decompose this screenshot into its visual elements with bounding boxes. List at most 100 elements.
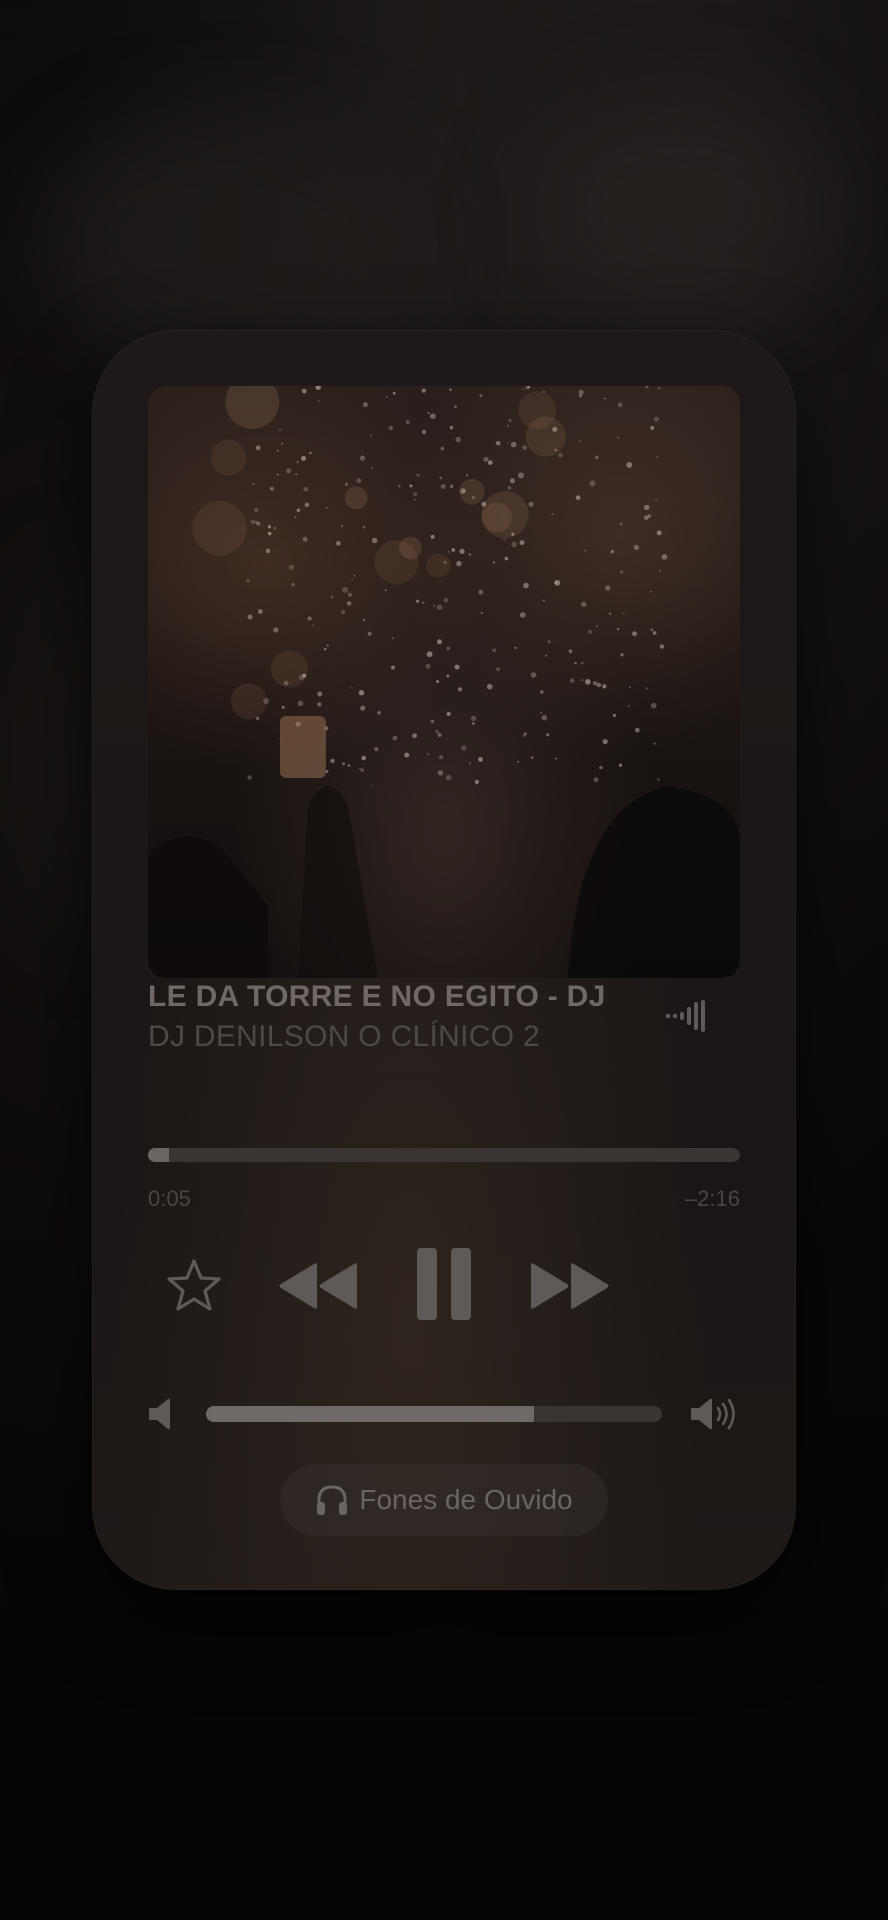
confetti-speck xyxy=(392,391,396,395)
confetti-speck xyxy=(451,548,456,552)
confetti-speck xyxy=(439,476,443,480)
volume-slider[interactable] xyxy=(206,1406,662,1422)
confetti-speck xyxy=(362,525,366,529)
confetti-speck xyxy=(528,501,534,507)
favorite-button[interactable] xyxy=(164,1256,224,1316)
album-artwork[interactable] xyxy=(148,386,740,978)
confetti-speck xyxy=(437,732,442,737)
confetti-speck xyxy=(421,388,426,393)
confetti-speck xyxy=(495,441,501,446)
confetti-speck xyxy=(448,551,450,553)
confetti-speck xyxy=(455,436,462,443)
confetti-speck xyxy=(510,441,517,448)
confetti-speck xyxy=(581,679,584,682)
confetti-speck xyxy=(437,639,442,645)
confetti-speck xyxy=(558,452,563,458)
confetti-speck xyxy=(369,434,373,437)
confetti-speck xyxy=(436,680,440,683)
confetti-speck xyxy=(468,553,471,556)
confetti-speck xyxy=(542,599,545,602)
track-title: LE DA TORRE E NO EGITO - DJ xyxy=(148,980,606,1013)
confetti-speck xyxy=(618,763,623,767)
confetti-speck xyxy=(522,734,526,737)
fast-forward-icon xyxy=(531,1263,609,1309)
audio-output-device-label: Fones de Ouvido xyxy=(359,1484,573,1515)
confetti-speck xyxy=(405,420,410,425)
confetti-speck xyxy=(294,516,297,519)
confetti-speck xyxy=(525,386,530,390)
confetti-speck xyxy=(645,386,649,389)
audio-output-device-button[interactable]: Fones de Ouvido xyxy=(280,1464,608,1536)
confetti-speck xyxy=(478,589,484,595)
confetti-speck xyxy=(252,483,255,486)
confetti-speck xyxy=(593,777,599,783)
confetti-speck xyxy=(246,579,250,583)
confetti-speck xyxy=(460,488,466,494)
confetti-speck xyxy=(456,560,462,567)
confetti-speck xyxy=(517,760,520,763)
confetti-speck xyxy=(449,425,454,430)
confetti-speck xyxy=(552,426,558,432)
confetti-speck xyxy=(363,619,366,622)
confetti-speck xyxy=(276,473,279,476)
confetti-speck xyxy=(358,690,365,696)
confetti-speck xyxy=(595,455,599,459)
confetti-speck xyxy=(519,540,525,546)
confetti-speck xyxy=(632,631,637,637)
confetti-speck xyxy=(356,478,362,484)
confetti-speck xyxy=(359,767,361,770)
confetti-speck xyxy=(575,495,581,500)
confetti-speck xyxy=(421,429,427,435)
volume-min-indicator xyxy=(148,1396,174,1437)
confetti-speck xyxy=(342,586,349,593)
bokeh-light xyxy=(270,650,308,688)
confetti-speck xyxy=(437,770,444,776)
bokeh-light xyxy=(525,416,566,457)
confetti-speck xyxy=(653,416,659,422)
confetti-speck xyxy=(574,662,577,665)
artwork-image xyxy=(148,386,740,978)
confetti-speck xyxy=(309,451,312,455)
confetti-speck xyxy=(446,674,450,678)
confetti-speck xyxy=(661,554,668,560)
confetti-speck xyxy=(617,436,619,439)
confetti-speck xyxy=(267,531,272,536)
audio-output-button[interactable] xyxy=(664,996,716,1036)
confetti-speck xyxy=(359,455,366,461)
confetti-speck xyxy=(317,400,320,402)
confetti-speck xyxy=(446,711,451,716)
confetti-speck xyxy=(522,445,527,450)
confetti-speck xyxy=(297,700,304,707)
crowd-silhouette xyxy=(148,836,268,978)
confetti-speck xyxy=(301,455,306,461)
confetti-speck xyxy=(255,520,258,524)
previous-track-button[interactable] xyxy=(276,1256,360,1316)
now-playing-card: LE DA TORRE E NO EGITO - DJ DJ DENILSON … xyxy=(92,330,796,1590)
playback-progress-slider[interactable] xyxy=(148,1148,740,1162)
confetti-speck xyxy=(443,560,447,564)
confetti-speck xyxy=(438,755,444,760)
raised-phone xyxy=(280,716,326,778)
volume-max-indicator xyxy=(690,1396,740,1437)
confetti-speck xyxy=(286,468,292,474)
confetti-speck xyxy=(610,550,614,554)
confetti-speck xyxy=(398,484,401,488)
confetti-speck xyxy=(323,647,327,651)
confetti-speck xyxy=(459,548,465,554)
bokeh-light xyxy=(374,540,419,585)
confetti-speck xyxy=(659,570,661,572)
confetti-speck xyxy=(644,515,649,521)
confetti-speck xyxy=(454,664,460,670)
crowd-silhouette xyxy=(568,786,740,978)
confetti-speck xyxy=(593,681,597,686)
confetti-speck xyxy=(361,755,366,761)
confetti-speck xyxy=(367,631,372,636)
confetti-speck xyxy=(655,499,658,502)
confetti-speck xyxy=(281,705,285,709)
confetti-speck xyxy=(247,614,253,620)
pause-button[interactable] xyxy=(410,1244,478,1324)
confetti-speck xyxy=(440,446,445,451)
next-track-button[interactable] xyxy=(528,1256,612,1316)
confetti-speck xyxy=(460,745,467,751)
confetti-speck xyxy=(487,460,493,465)
